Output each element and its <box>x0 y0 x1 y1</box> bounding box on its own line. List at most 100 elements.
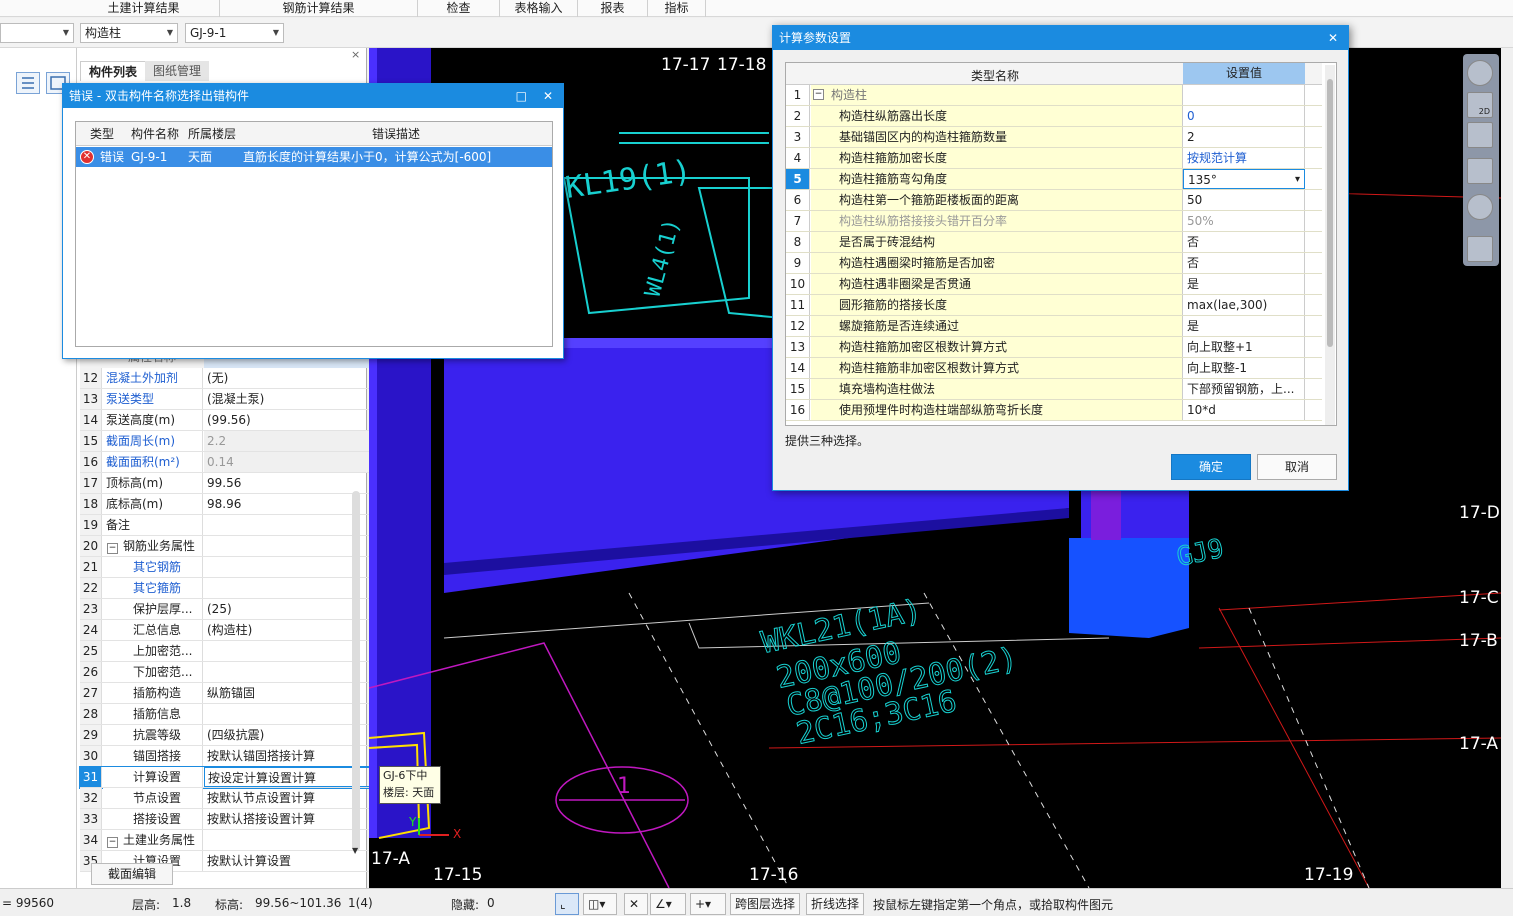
row-number: 32 <box>80 788 102 808</box>
chevron-down-icon: ▼ <box>62 28 69 37</box>
scroll-thumb[interactable] <box>1327 79 1333 347</box>
chevron-down-icon[interactable]: ▾ <box>1295 170 1300 188</box>
error-row[interactable]: ✕ 错误 GJ-9-1 天面 直筋长度的计算结果小于0，计算公式为[-600] <box>76 147 552 167</box>
type-select[interactable]: 构造柱 ▼ <box>80 23 178 43</box>
tab-civil-results[interactable]: 土建计算结果 <box>68 0 220 17</box>
collapse-icon[interactable]: − <box>813 89 824 100</box>
cube-view-icon[interactable] <box>1467 122 1493 148</box>
chevron-down-icon: ▼ <box>272 28 279 37</box>
setting-value[interactable]: 50 <box>1183 190 1305 210</box>
row-number: 16 <box>786 400 810 420</box>
axis-label: 17-18 <box>717 55 766 75</box>
setting-value[interactable]: 2 <box>1183 127 1305 147</box>
property-label: 底标高(m) <box>106 497 164 511</box>
calc-row[interactable]: 5 构造柱箍筋弯勾角度 135° ▾ <box>786 169 1322 190</box>
2d-view-icon[interactable]: 2D <box>1467 92 1493 118</box>
tab-rebar-results[interactable]: 钢筋计算结果 <box>220 0 418 17</box>
close-icon[interactable]: ✕ <box>543 84 553 108</box>
setting-value[interactable]: 否 <box>1183 232 1305 252</box>
tab-report[interactable]: 报表 <box>578 0 648 17</box>
calc-group-row[interactable]: 1 − 构造柱 <box>786 85 1322 106</box>
group-label: 钢筋业务属性 <box>123 539 196 553</box>
tab-drawing-management[interactable]: 图纸管理 <box>145 61 210 81</box>
panel-scrollbar[interactable] <box>352 491 360 851</box>
setting-value[interactable]: 向上取整+1 <box>1183 337 1305 357</box>
calc-row[interactable]: 9 构造柱遇圈梁时箍筋是否加密否 <box>786 253 1322 274</box>
calc-row[interactable]: 11 圆形箍筋的搭接长度 max(lae,300) <box>786 295 1322 316</box>
property-name: − 钢筋业务属性 <box>103 536 203 556</box>
tab-index[interactable]: 指标 <box>648 0 706 17</box>
polyline-select-button[interactable]: 折线选择 <box>806 893 865 915</box>
error-name[interactable]: GJ-9-1 <box>131 147 167 167</box>
calc-row[interactable]: 3 基础锚固区内的构造柱箍筋数量 2 <box>786 127 1322 148</box>
setting-value[interactable]: max(lae,300) <box>1183 295 1305 315</box>
calc-dialog-title-text: 计算参数设置 <box>779 31 852 45</box>
beam-label-left: WL4(1) <box>641 216 686 299</box>
rotate-icon[interactable] <box>1467 194 1493 220</box>
angle-icon[interactable]: ∠▾ <box>650 893 686 915</box>
tab-check[interactable]: 检查 <box>418 0 500 17</box>
cancel-button[interactable]: 取消 <box>1257 454 1337 480</box>
row-number: 2 <box>786 106 810 126</box>
hidden-value: 0 <box>487 896 495 910</box>
top-tab-bar: 土建计算结果 钢筋计算结果 检查 表格输入 报表 指标 <box>0 0 1513 17</box>
maximize-icon[interactable]: □ <box>516 84 527 108</box>
axis-label: 17-C <box>1459 588 1499 608</box>
section-edit-button[interactable]: 截面编辑 <box>91 863 173 885</box>
calc-row[interactable]: 13 构造柱箍筋加密区根数计算方式 向上取整+1 <box>786 337 1322 358</box>
snap-icon[interactable]: ◫▾ <box>583 893 617 915</box>
calc-row[interactable]: 2 构造柱纵筋露出长度 0 <box>786 106 1322 127</box>
calc-row[interactable]: 10 构造柱遇非圈梁是否贯通是 <box>786 274 1322 295</box>
ortho-icon[interactable]: ⌞ <box>555 893 579 915</box>
calc-row[interactable]: 6 构造柱第一个箍筋距楼板面的距离 50 <box>786 190 1322 211</box>
row-number: 3 <box>786 127 810 147</box>
tab-table-input[interactable]: 表格输入 <box>500 0 578 17</box>
component-select[interactable]: GJ-9-1 ▼ <box>185 23 284 43</box>
setting-value[interactable]: 10*d <box>1183 400 1305 420</box>
setting-value[interactable]: 向上取整-1 <box>1183 358 1305 378</box>
orbit-icon[interactable] <box>1467 60 1493 86</box>
property-name: 下加密范... <box>103 662 203 682</box>
floor-height-label: 层高: <box>132 898 161 912</box>
offset-icon[interactable]: +▾ <box>690 893 726 915</box>
setting-value[interactable]: 50% <box>1183 211 1305 231</box>
setting-value[interactable]: 下部预留钢筋，上... <box>1183 379 1305 399</box>
perspective-icon[interactable] <box>1467 158 1493 184</box>
row-number: 14 <box>786 358 810 378</box>
tab-component-list[interactable]: 构件列表 <box>80 61 147 81</box>
setting-value[interactable]: 按规范计算 <box>1183 148 1305 168</box>
collapse-icon[interactable]: − <box>107 837 118 848</box>
cross-icon[interactable]: ✕ <box>624 893 648 915</box>
error-icon: ✕ <box>80 150 94 164</box>
calc-row[interactable]: 16 使用预埋件时构造柱端部纵筋弯折长度 10*d <box>786 400 1322 421</box>
calc-row[interactable]: 12 螺旋箍筋是否连续通过是 <box>786 316 1322 337</box>
calc-row[interactable]: 7 构造柱纵筋搭接接头错开百分率 50% <box>786 211 1322 232</box>
close-icon[interactable]: × <box>351 48 363 61</box>
layer-list-icon[interactable] <box>1467 236 1493 262</box>
property-label: 截面周长(m) <box>106 434 176 448</box>
error-floor: 天面 <box>188 150 213 164</box>
calc-row[interactable]: 15 填充墙构造柱做法 下部预留钢筋，上... <box>786 379 1322 400</box>
property-name: − 土建业务属性 <box>103 830 203 850</box>
property-name: 搭接设置 <box>103 809 203 829</box>
elevation-value: 99.56~101.36 <box>255 896 342 910</box>
calc-row[interactable]: 14 构造柱箍筋非加密区根数计算方式 向上取整-1 <box>786 358 1322 379</box>
scroll-down-icon[interactable]: ▼ <box>352 846 358 855</box>
row-number: 33 <box>80 809 102 829</box>
beam-label-top: KL19(1) <box>563 154 693 206</box>
ok-button[interactable]: 确定 <box>1171 454 1251 480</box>
floor-select[interactable]: ▼ <box>0 23 74 43</box>
setting-value[interactable]: 否 <box>1183 253 1305 273</box>
cross-layer-select-button[interactable]: 跨图层选择 <box>730 893 801 915</box>
calc-row[interactable]: 8 是否属于砖混结构否 <box>786 232 1322 253</box>
setting-value[interactable]: 是 <box>1183 316 1305 336</box>
collapse-icon[interactable]: − <box>107 543 118 554</box>
setting-value[interactable]: 135° ▾ <box>1183 169 1305 189</box>
property-label: 混凝土外加剂 <box>106 371 179 385</box>
setting-value[interactable]: 0 <box>1183 106 1305 126</box>
calc-row[interactable]: 4 构造柱箍筋加密长度 按规范计算 <box>786 148 1322 169</box>
list-view-icon[interactable] <box>16 72 40 94</box>
calc-scrollbar[interactable] <box>1325 65 1335 425</box>
setting-value[interactable]: 是 <box>1183 274 1305 294</box>
close-icon[interactable]: ✕ <box>1328 26 1338 50</box>
